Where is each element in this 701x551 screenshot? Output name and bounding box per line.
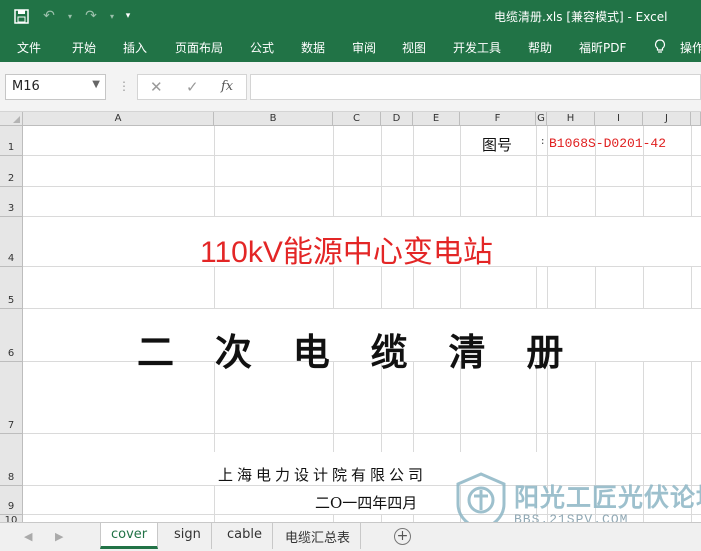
column-header-e[interactable]: E — [413, 112, 460, 126]
company-name: 上海电力设计院有限公司 — [218, 466, 428, 484]
name-box-value: M16 — [12, 79, 40, 94]
row-header-3[interactable]: 3 — [0, 187, 23, 217]
redo-dropdown-icon[interactable]: ▾ — [108, 6, 116, 26]
drawing-number-label: 图号 — [482, 136, 513, 154]
gridline — [23, 186, 701, 187]
column-header-c[interactable]: C — [333, 112, 381, 126]
document-date: 二O一四年四月 — [315, 494, 418, 512]
cancel-icon[interactable]: ✕ — [150, 78, 163, 96]
tab-help[interactable]: 帮助 — [528, 39, 552, 56]
name-box[interactable]: M16 ▼ — [5, 74, 106, 100]
sheet-tab-bar: ◀ ▶ cover sign cable 电缆汇总表 + — [0, 522, 701, 551]
formula-input[interactable] — [250, 74, 701, 100]
tab-view[interactable]: 视图 — [402, 39, 426, 56]
column-header-k[interactable] — [691, 112, 701, 126]
quick-access-toolbar: ↶ ▾ ↷ ▾ ▾ — [10, 6, 134, 26]
column-header-f[interactable]: F — [460, 112, 536, 126]
scroll-left-icon[interactable]: ◀ — [24, 530, 32, 543]
column-header-g[interactable]: G — [536, 112, 547, 126]
sheet-tab-sign[interactable]: sign — [164, 523, 212, 549]
tab-tell-me[interactable]: 操作 — [680, 39, 701, 56]
enter-icon[interactable]: ✓ — [186, 78, 199, 96]
lightbulb-icon[interactable] — [654, 39, 666, 57]
worksheet-grid[interactable]: A B C D E F G H I J 1 2 3 4 5 6 7 8 9 10… — [0, 112, 701, 522]
gridline — [23, 433, 701, 434]
gridline — [23, 155, 701, 156]
row-header-4[interactable]: 4 — [0, 217, 23, 267]
tab-page-layout[interactable]: 页面布局 — [175, 39, 223, 56]
row-header-9[interactable]: 9 — [0, 486, 23, 515]
tab-insert[interactable]: 插入 — [123, 39, 147, 56]
tab-data[interactable]: 数据 — [301, 39, 325, 56]
drawing-number-value: B1068S-D0201-42 — [540, 136, 666, 151]
resize-handle-icon[interactable]: ⋮ — [118, 79, 130, 93]
sheet-tab-cable[interactable]: cable — [217, 523, 273, 549]
title-bar: ↶ ▾ ↷ ▾ ▾ 电缆清册.xls [兼容模式] - Excel — [0, 0, 701, 32]
ribbon-tabs: 文件 开始 插入 页面布局 公式 数据 审阅 视图 开发工具 帮助 福昕PDF … — [0, 32, 701, 62]
tab-foxit-pdf[interactable]: 福昕PDF — [579, 39, 626, 56]
row-header-8[interactable]: 8 — [0, 434, 23, 486]
row-header-5[interactable]: 5 — [0, 267, 23, 309]
row-header-1[interactable]: 1 — [0, 126, 23, 156]
formula-bar: M16 ▼ ⋮ ✕ ✓ fx — [0, 62, 701, 112]
save-icon[interactable] — [10, 6, 32, 26]
sheet-tab-cable-summary[interactable]: 电缆汇总表 — [275, 523, 362, 549]
sheet-tab-cover[interactable]: cover — [100, 523, 159, 549]
document-title: 二 次 电 缆 清 册 — [137, 330, 564, 374]
column-header-i[interactable]: I — [595, 112, 643, 126]
tab-home[interactable]: 开始 — [72, 39, 96, 56]
watermark-text: 阳光工匠光伏论坛 — [514, 483, 701, 512]
project-title: 110kV能源中心变电站 — [200, 236, 493, 269]
customize-toolbar-icon[interactable]: ▾ — [122, 6, 134, 26]
redo-icon[interactable]: ↷ — [80, 6, 102, 26]
insert-function-icon[interactable]: fx — [221, 79, 233, 94]
column-header-h[interactable]: H — [547, 112, 595, 126]
tab-review[interactable]: 审阅 — [352, 39, 376, 56]
column-header-a[interactable]: A — [23, 112, 214, 126]
chevron-down-icon[interactable]: ▼ — [92, 79, 100, 90]
column-header-j[interactable]: J — [643, 112, 691, 126]
window-title: 电缆清册.xls [兼容模式] - Excel — [494, 10, 668, 24]
undo-dropdown-icon[interactable]: ▾ — [66, 6, 74, 26]
add-sheet-icon[interactable]: + — [394, 528, 411, 545]
tab-developer[interactable]: 开发工具 — [453, 39, 501, 56]
formula-buttons: ✕ ✓ fx — [137, 74, 247, 100]
row-header-10[interactable]: 10 — [0, 515, 23, 522]
row-header-7[interactable]: 7 — [0, 362, 23, 434]
row-header-2[interactable]: 2 — [0, 156, 23, 187]
undo-icon[interactable]: ↶ — [38, 6, 60, 26]
select-all-corner[interactable] — [0, 112, 23, 126]
tab-file[interactable]: 文件 — [17, 39, 41, 56]
tab-formulas[interactable]: 公式 — [250, 39, 274, 56]
column-header-b[interactable]: B — [214, 112, 333, 126]
column-header-d[interactable]: D — [381, 112, 413, 126]
row-header-6[interactable]: 6 — [0, 309, 23, 362]
scroll-right-icon[interactable]: ▶ — [55, 530, 63, 543]
